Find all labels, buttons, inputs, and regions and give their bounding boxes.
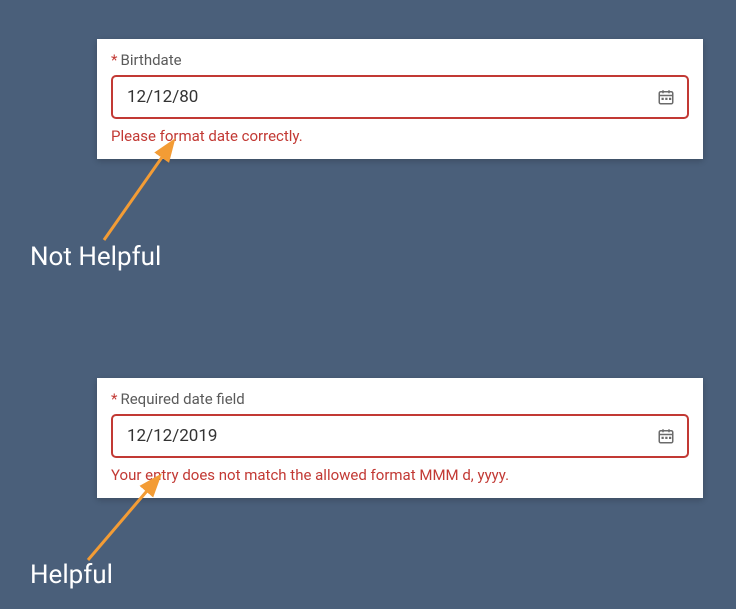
annotation-label-good: Helpful: [30, 560, 113, 590]
annotation-label-bad: Not Helpful: [30, 242, 161, 272]
label-text: Required date field: [120, 390, 244, 408]
form-card-good-example: *Required date field 12/12/2019 Your ent…: [97, 378, 703, 498]
form-card-bad-example: *Birthdate 12/12/80 Please format date c…: [97, 39, 703, 159]
required-indicator: *: [111, 390, 117, 408]
calendar-icon[interactable]: [657, 88, 675, 106]
label-text: Birthdate: [120, 51, 181, 69]
calendar-icon[interactable]: [657, 427, 675, 445]
date-input-value: 12/12/2019: [127, 426, 217, 446]
date-input[interactable]: 12/12/2019: [111, 414, 689, 458]
date-input-value: 12/12/80: [127, 87, 198, 107]
date-input[interactable]: 12/12/80: [111, 75, 689, 119]
field-label: *Birthdate: [111, 51, 689, 69]
field-label: *Required date field: [111, 390, 689, 408]
error-message: Your entry does not match the allowed fo…: [111, 466, 689, 484]
required-indicator: *: [111, 51, 117, 69]
error-message: Please format date correctly.: [111, 127, 689, 145]
